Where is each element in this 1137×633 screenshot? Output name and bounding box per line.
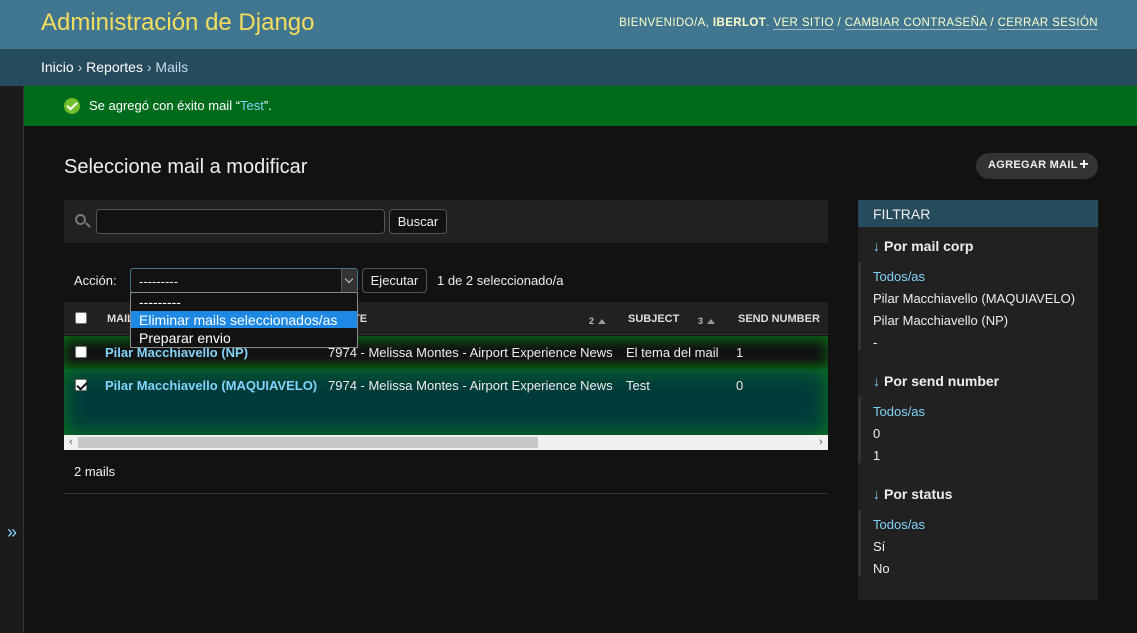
run-action-button[interactable]: Ejecutar — [362, 268, 427, 293]
column-header-send-number[interactable]: Send number — [738, 313, 820, 325]
site-branding[interactable]: Administración de Django — [41, 9, 314, 37]
success-message: Se agregó con éxito mail “Test”. — [24, 86, 1137, 126]
column-header-subject[interactable]: Subject — [628, 313, 679, 325]
user-tools-sep: . — [766, 17, 770, 29]
search-toolbar: Buscar — [64, 200, 828, 243]
breadcrumb-current: Mails — [155, 59, 189, 75]
filter-option[interactable]: Todos/as — [873, 517, 925, 532]
filter-option[interactable]: Pilar Macchiavello (NP) — [873, 313, 1008, 328]
change-password-link[interactable]: Cambiar contraseña — [844, 17, 987, 30]
message-object-link[interactable]: Test — [240, 98, 264, 113]
filter-heading-mail-corp: ↓ Por mail corp — [873, 238, 973, 254]
breadcrumb: Inicio › Reportes › Mails — [0, 49, 1137, 86]
scrollbar-thumb[interactable] — [78, 437, 538, 448]
filter-heading-status: ↓ Por status — [873, 486, 952, 502]
actions-bar: Acción: --------- Ejecutar 1 de 2 selecc… — [64, 265, 828, 295]
username: iberlot — [712, 17, 767, 29]
paginator: 2 mails — [64, 451, 828, 494]
filter-title: Filtrar — [858, 200, 1098, 227]
filter-option[interactable]: Sí — [873, 539, 885, 554]
filter-divider — [858, 397, 861, 463]
message-suffix: ”. — [263, 98, 272, 113]
filter-option[interactable]: No — [873, 561, 890, 576]
action-select[interactable]: --------- — [130, 268, 358, 293]
sort-priority: 3 — [698, 316, 704, 326]
filter-option[interactable]: Pilar Macchiavello (MAQUIAVELO) — [873, 291, 1075, 306]
filter-divider — [858, 262, 861, 350]
message-prefix: Se agregó con éxito mail “ — [89, 98, 241, 113]
success-check-icon — [64, 98, 80, 114]
cell-send-number: 1 — [736, 345, 744, 360]
action-option-delete[interactable]: Eliminar mails seleccionados/as — [131, 311, 357, 328]
user-tools-sep: / — [837, 17, 842, 29]
logout-link[interactable]: Cerrar sesión — [997, 17, 1098, 30]
breadcrumb-separator: › — [77, 59, 83, 75]
sort-ascending-icon — [707, 319, 716, 324]
search-icon — [75, 214, 86, 225]
cell-reporte: 7974 - Melissa Montes - Airport Experien… — [328, 345, 613, 360]
filter-heading-label: Por send number — [884, 373, 1000, 389]
table-row: Pilar Macchiavello (MAQUIAVELO) 7974 - M… — [64, 369, 828, 435]
horizontal-scrollbar[interactable]: ‹ › — [64, 435, 828, 450]
breadcrumb-home[interactable]: Inicio — [41, 59, 74, 75]
row-checkbox[interactable] — [75, 379, 87, 391]
scroll-right-icon[interactable]: › — [814, 435, 828, 450]
chevron-down-icon[interactable] — [341, 269, 357, 292]
plus-icon: + — [1079, 156, 1089, 173]
cell-subject: Test — [626, 378, 650, 393]
nav-sidebar-collapsed — [0, 86, 24, 633]
view-site-link[interactable]: Ver sitio — [773, 17, 834, 30]
filter-sidebar: Filtrar ↓ Por mail corp Todos/as Pilar Ma… — [858, 200, 1098, 600]
header: Administración de Django Bienvenido/a, i… — [0, 0, 1137, 49]
filter-option[interactable]: 0 — [873, 426, 880, 441]
sort-indicator[interactable]: 3 — [698, 315, 716, 327]
sort-priority: 2 — [589, 316, 595, 326]
scroll-left-icon[interactable]: ‹ — [64, 435, 78, 450]
action-option-prepare-send[interactable]: Preparar envio — [131, 329, 357, 346]
filter-option[interactable]: Todos/as — [873, 269, 925, 284]
search-button[interactable]: Buscar — [389, 209, 447, 234]
user-tools-sep: / — [990, 17, 994, 29]
filter-option[interactable]: Todos/as — [873, 404, 925, 419]
sort-indicator[interactable]: 2 — [589, 315, 607, 327]
breadcrumb-app[interactable]: Reportes — [86, 59, 143, 75]
action-dropdown-list[interactable]: --------- Eliminar mails seleccionados/a… — [130, 292, 358, 348]
filter-heading-label: Por mail corp — [884, 238, 974, 254]
filter-heading-send-number: ↓ Por send number — [873, 373, 999, 389]
page-title: Seleccione mail a modificar — [64, 156, 308, 178]
breadcrumb-separator: › — [146, 59, 152, 75]
sort-ascending-icon — [598, 319, 607, 324]
welcome-text: Bienvenido/a, — [619, 17, 710, 29]
filter-option[interactable]: 1 — [873, 448, 880, 463]
cell-reporte: 7974 - Melissa Montes - Airport Experien… — [328, 378, 613, 393]
filter-heading-label: Por status — [884, 486, 953, 502]
selection-counter: 1 de 2 seleccionado/a — [437, 273, 564, 288]
filter-divider — [858, 510, 861, 576]
cell-subject: El tema del mail — [626, 345, 719, 360]
nav-toggle-icon[interactable]: » — [0, 522, 24, 543]
row-mail-link[interactable]: Pilar Macchiavello (MAQUIAVELO) — [105, 378, 317, 393]
user-tools: Bienvenido/a, iberlot. Ver sitio / Cambi… — [619, 17, 1098, 30]
arrow-down-icon: ↓ — [873, 373, 880, 389]
filter-option[interactable]: - — [873, 335, 877, 350]
row-checkbox[interactable] — [75, 346, 87, 358]
select-all-checkbox[interactable] — [75, 312, 87, 324]
action-label: Acción: — [74, 273, 117, 288]
action-selected-value: --------- — [139, 274, 178, 289]
cell-mail: Pilar Macchiavello (MAQUIAVELO) — [105, 378, 317, 393]
arrow-down-icon: ↓ — [873, 238, 880, 254]
search-input[interactable] — [96, 209, 385, 234]
cell-send-number: 0 — [736, 378, 744, 393]
arrow-down-icon: ↓ — [873, 486, 880, 502]
add-mail-label: Agregar mail — [988, 159, 1078, 171]
add-mail-button[interactable]: Agregar mail + — [976, 153, 1098, 179]
action-option-none[interactable]: --------- — [131, 293, 357, 310]
